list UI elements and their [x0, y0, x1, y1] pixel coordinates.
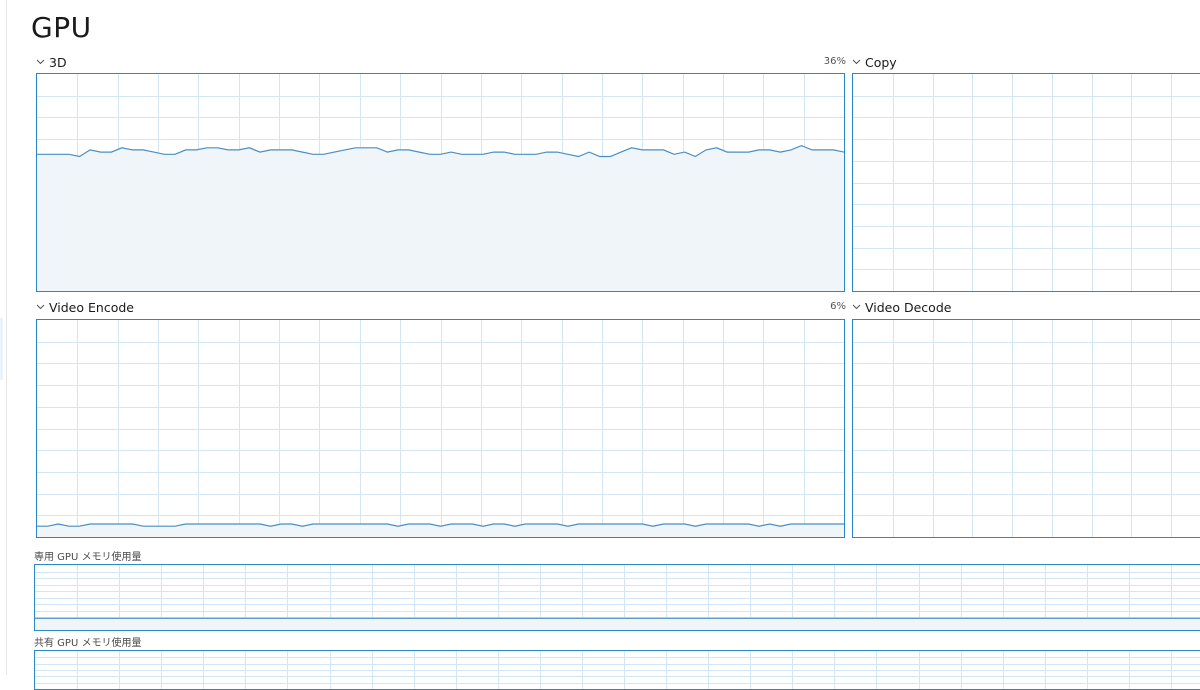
- chevron-down-icon: [35, 55, 46, 69]
- page-title: GPU: [31, 11, 92, 44]
- graph-dedicated-memory-canvas: [35, 565, 1200, 630]
- grid-lines: [37, 320, 844, 537]
- graph-video-encode-utilization: [36, 319, 845, 538]
- graph-video-decode-utilization: [852, 319, 1200, 538]
- chevron-down-icon: [35, 300, 46, 314]
- chevron-down-icon: [851, 300, 862, 314]
- engine-selector-copy[interactable]: Copy: [851, 53, 897, 71]
- graph-video-decode-canvas: [853, 320, 1200, 537]
- engine-selector-video-encode[interactable]: Video Encode: [35, 298, 134, 316]
- side-divider: [6, 0, 7, 675]
- engine-label-video-encode: Video Encode: [49, 299, 134, 315]
- engine-percent-video-encode: 6%: [830, 301, 846, 312]
- graph-copy-canvas: [853, 74, 1200, 291]
- grid-lines: [35, 651, 1200, 689]
- graph-3d-utilization: [36, 73, 845, 292]
- graph-video-encode-canvas: [37, 320, 844, 537]
- graph-shared-memory-canvas: [35, 651, 1200, 689]
- grid-lines: [853, 74, 1200, 291]
- graph-dedicated-memory: [34, 564, 1200, 631]
- graph-copy-utilization: [852, 73, 1200, 292]
- selected-nav-indicator: [0, 318, 3, 380]
- engine-selector-video-decode[interactable]: Video Decode: [851, 298, 951, 316]
- engine-label-3d: 3D: [49, 54, 67, 70]
- grid-lines: [853, 320, 1200, 537]
- engine-label-video-decode: Video Decode: [865, 299, 952, 315]
- graph-3d-canvas: [37, 74, 844, 291]
- graph-shared-memory: [34, 650, 1200, 690]
- dedicated-memory-label: 専用 GPU メモリ使用量: [34, 552, 142, 563]
- series-3d-area: [37, 145, 844, 291]
- engine-selector-3d[interactable]: 3D: [35, 53, 67, 71]
- chevron-down-icon: [851, 55, 862, 69]
- shared-memory-label: 共有 GPU メモリ使用量: [34, 638, 142, 649]
- engine-label-copy: Copy: [865, 54, 897, 70]
- engine-percent-3d: 36%: [823, 56, 846, 67]
- dedicated-memory-fill: [35, 618, 1200, 630]
